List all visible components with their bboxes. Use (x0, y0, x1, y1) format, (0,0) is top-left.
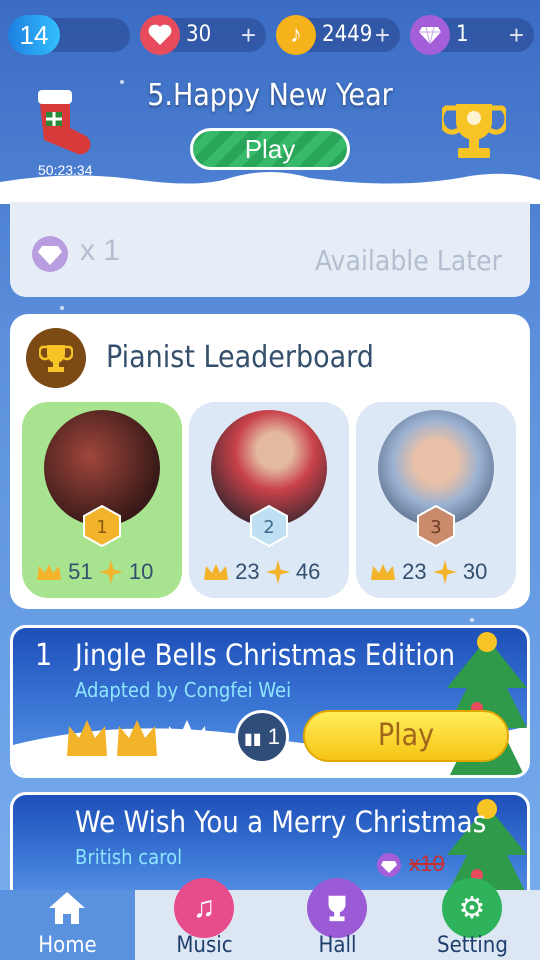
add-notes-button[interactable]: + (375, 20, 390, 51)
leaderboard-entry[interactable]: 2 23 46 (189, 402, 349, 598)
leaderboard-entry[interactable]: 1 51 10 (22, 402, 182, 598)
leaderboard-title: Pianist Leaderboard (106, 340, 374, 375)
trophy-icon (26, 328, 86, 388)
crown-icon (371, 564, 395, 581)
reward-count: x 1 (80, 234, 121, 267)
bottom-nav: Home ♫ Music Hall ⚙ Setting (0, 878, 540, 960)
event-play-button[interactable]: Play (190, 128, 350, 170)
rank-badge-gold: 1 (83, 504, 121, 548)
diamond-icon (410, 15, 450, 55)
nav-hall-label: Hall (318, 933, 357, 958)
hearts-counter[interactable]: 30 + (140, 15, 266, 55)
nav-hall[interactable]: Hall (270, 878, 405, 960)
snowflake-decoration (470, 618, 474, 622)
entry-stats: 51 10 (36, 558, 176, 588)
nav-setting[interactable]: ⚙ Setting (405, 878, 540, 960)
add-gems-button[interactable]: + (509, 20, 524, 51)
star-icon (98, 560, 123, 585)
home-icon (37, 878, 97, 938)
reward-card: x 1 Available Later (10, 202, 530, 297)
star-count: 10 (128, 559, 154, 585)
nav-music-label: Music (176, 933, 233, 958)
crown-count: 51 (68, 559, 93, 585)
level-indicator: 14 (8, 15, 130, 55)
song-rank-badge: ▮▮ 1 (235, 710, 289, 764)
bar-chart-icon: ▮▮ (244, 731, 262, 748)
gems-counter[interactable]: 1 + (410, 15, 534, 55)
song-title: We Wish You a Merry Christmas (75, 805, 487, 839)
leaderboard-entry[interactable]: 3 23 30 (356, 402, 516, 598)
music-note-icon: ♫ (174, 878, 234, 938)
svg-text:3: 3 (430, 517, 441, 538)
entry-stats: 23 46 (203, 558, 343, 588)
nav-setting-label: Setting (437, 933, 508, 958)
leaderboard-card: Pianist Leaderboard 1 51 10 2 23 46 3 23… (10, 314, 530, 609)
hearts-value: 30 (186, 22, 212, 47)
reward-status: Available Later (314, 244, 502, 277)
song-title: Jingle Bells Christmas Edition (75, 638, 456, 672)
song-subtitle: Adapted by Congfei Wei (75, 678, 292, 702)
diamond-icon (377, 853, 401, 878)
nav-home[interactable]: Home (0, 890, 135, 960)
notes-counter[interactable]: ♪ 2449 + (276, 15, 400, 55)
trophy-icon[interactable] (438, 98, 510, 164)
song-rank-value: 1 (267, 724, 280, 749)
song-play-button[interactable]: Play (303, 710, 509, 762)
entry-stats: 23 30 (370, 558, 510, 588)
price-value: 10 (420, 851, 445, 876)
music-note-icon: ♪ (276, 15, 316, 55)
nav-music[interactable]: ♫ Music (137, 878, 272, 960)
song-number: 1 (35, 638, 53, 673)
star-icon (432, 560, 457, 585)
song-price: x10 (375, 851, 445, 878)
status-bar: 14 30 + ♪ 2449 + 1 + (0, 0, 540, 70)
diamond-icon (32, 236, 68, 272)
crown-icon (37, 564, 61, 581)
add-hearts-button[interactable]: + (241, 20, 256, 51)
star-count: 46 (295, 559, 321, 585)
crown-count: 23 (402, 559, 427, 585)
snowflake-decoration (60, 306, 64, 310)
rank-badge-silver: 2 (250, 504, 288, 548)
svg-text:2: 2 (263, 517, 274, 538)
rank-badge-bronze: 3 (417, 504, 455, 548)
crown-icon (204, 564, 228, 581)
star-count: 30 (462, 559, 488, 585)
level-value: 14 (8, 15, 60, 55)
star-icon (265, 560, 290, 585)
notes-value: 2449 (322, 22, 373, 47)
crown-count: 23 (235, 559, 260, 585)
snow-ridge-decoration (0, 172, 540, 204)
crown-icon (67, 720, 207, 756)
nav-home-label: Home (38, 933, 97, 958)
gems-value: 1 (456, 22, 469, 47)
song-card[interactable]: 1 Jingle Bells Christmas Edition Adapted… (10, 625, 530, 778)
price-prefix: x (409, 851, 421, 876)
svg-text:1: 1 (96, 517, 107, 538)
song-subtitle: British carol (75, 845, 183, 869)
song-crowns (65, 716, 215, 765)
heart-icon (140, 15, 180, 55)
gear-icon: ⚙ (442, 878, 502, 938)
trophy-icon (307, 878, 367, 938)
